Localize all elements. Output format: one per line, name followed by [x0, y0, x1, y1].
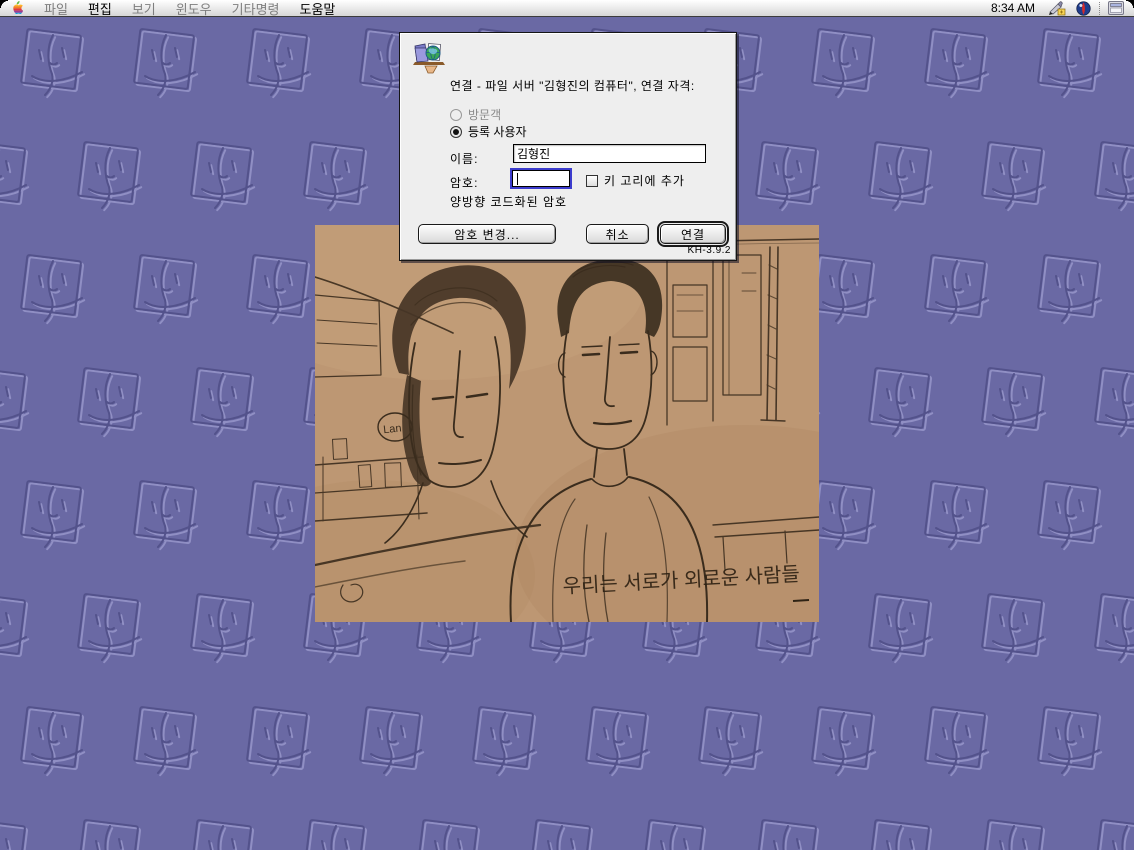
- menu-other-commands: 기타명령: [222, 0, 290, 16]
- cancel-button[interactable]: 취소: [586, 224, 649, 244]
- radio-registered-circle[interactable]: [450, 126, 462, 138]
- input-method-pen-icon[interactable]: [1043, 0, 1071, 16]
- change-password-button[interactable]: 암호 변경...: [418, 224, 556, 244]
- dialog-title: 연결 - 파일 서버 "김형진의 컴퓨터", 연결 자격:: [450, 77, 732, 94]
- text-caret: [517, 173, 518, 185]
- desktop-artwork: Lan 우리는 서로가 외로운 사람들: [315, 225, 819, 622]
- radio-registered-user[interactable]: 등록 사용자: [450, 123, 527, 140]
- menu-file: 파일: [34, 0, 78, 16]
- menu-help[interactable]: 도움말: [290, 0, 346, 16]
- password-label: 암호:: [450, 174, 478, 191]
- sketch-bubble-text: Lan: [383, 422, 403, 436]
- name-label: 이름:: [450, 150, 478, 167]
- screen-corner-top-left: [0, 0, 8, 8]
- radio-guest-label: 방문객: [468, 106, 501, 123]
- menu-bar-separator: [1099, 2, 1100, 15]
- keychain-checkbox[interactable]: [586, 175, 598, 187]
- appleshare-file-server-icon: [411, 40, 447, 77]
- name-input[interactable]: [513, 144, 706, 163]
- keychain-label: 키 고리에 추가: [604, 172, 685, 189]
- encryption-note: 양방향 코드화된 암호: [450, 193, 567, 210]
- connect-to-server-dialog: 연결 - 파일 서버 "김형진의 컴퓨터", 연결 자격: 방문객 등록 사용자…: [399, 32, 737, 261]
- menu-view: 보기: [122, 0, 166, 16]
- sketch-caption-underline: [793, 600, 809, 601]
- password-input[interactable]: [512, 170, 570, 187]
- menu-bar: 파일 편집 보기 윈도우 기타명령 도움말 8:34 AM: [0, 0, 1134, 17]
- radio-guest: 방문객: [450, 106, 501, 123]
- apple-logo-icon: [11, 1, 24, 15]
- connect-button[interactable]: 연결: [660, 224, 726, 244]
- add-to-keychain-option[interactable]: 키 고리에 추가: [586, 172, 685, 189]
- radio-guest-circle: [450, 109, 462, 121]
- radio-registered-label: 등록 사용자: [468, 123, 527, 140]
- screen-corner-top-right: [1126, 0, 1134, 8]
- sketch-drawing: Lan 우리는 서로가 외로운 사람들: [315, 225, 819, 622]
- default-button-ring: 연결: [657, 221, 729, 247]
- menu-edit[interactable]: 편집: [78, 0, 122, 16]
- application-sphere-icon[interactable]: [1071, 0, 1096, 16]
- version-label: KH-3.9.2: [688, 245, 731, 256]
- password-focus-ring: [510, 168, 572, 189]
- menu-window: 윈도우: [166, 0, 222, 16]
- menu-bar-clock[interactable]: 8:34 AM: [983, 1, 1043, 15]
